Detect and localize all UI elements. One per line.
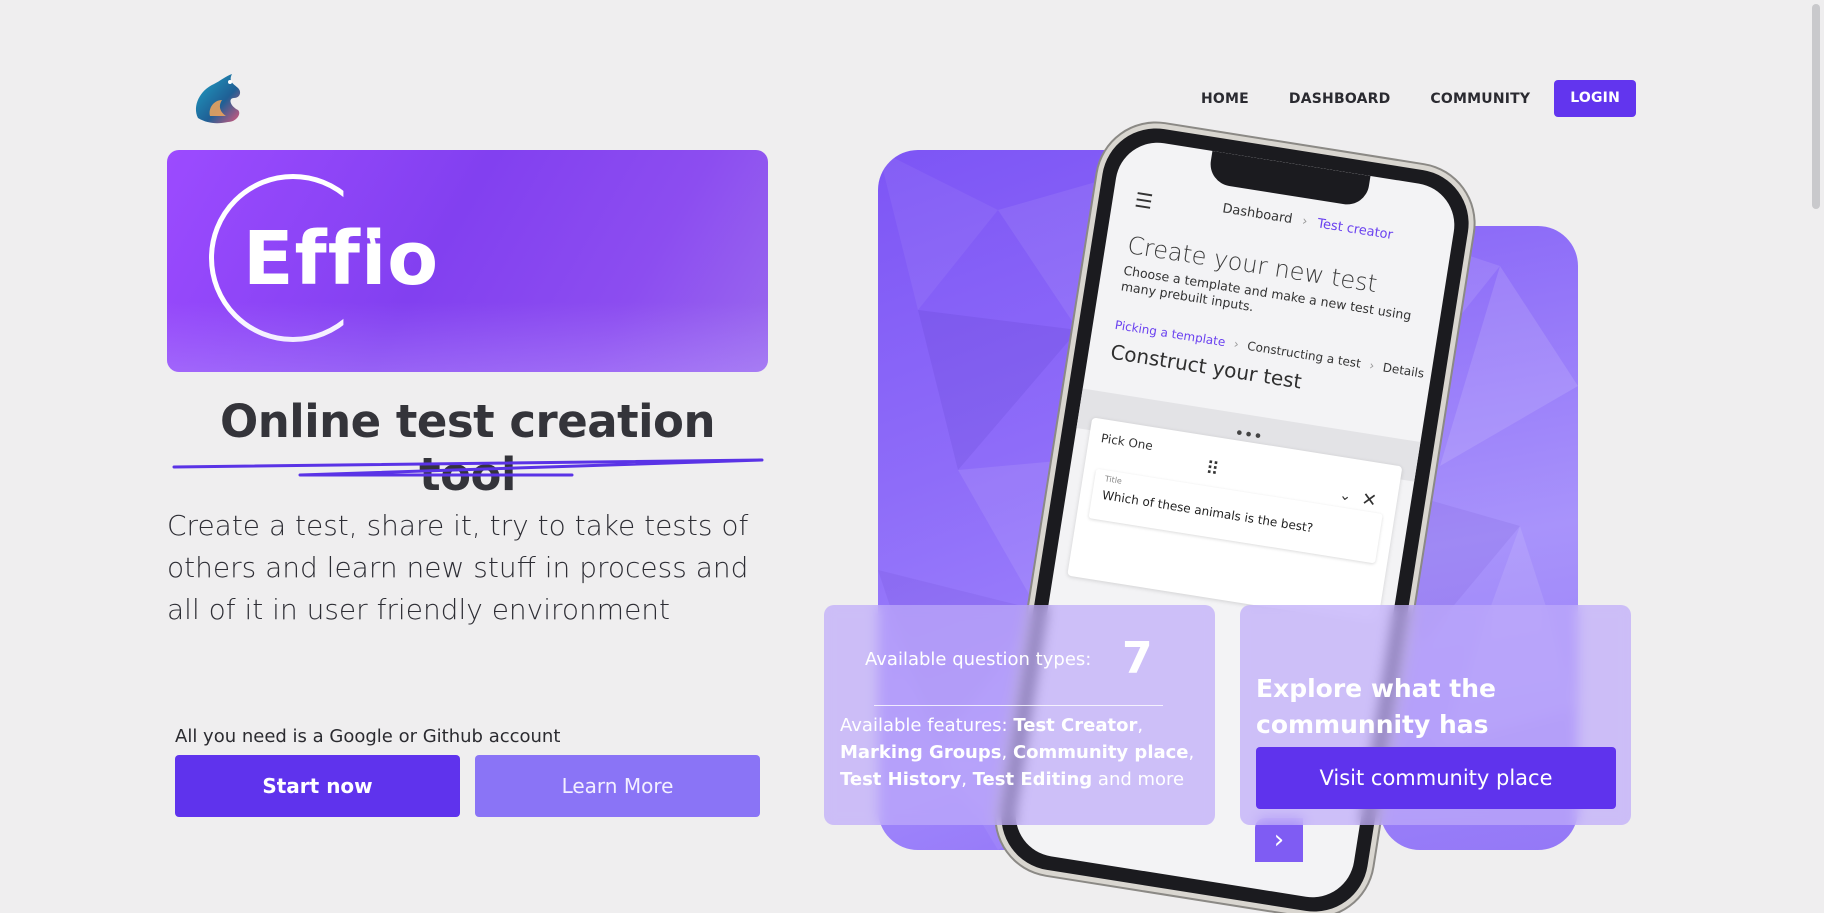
login-button[interactable]: LOGIN	[1554, 80, 1636, 117]
scrollbar[interactable]	[1806, 0, 1824, 913]
nav-community[interactable]: COMMUNITY	[1430, 91, 1530, 107]
account-note: All you need is a Google or Github accou…	[175, 726, 561, 747]
feature-test-history: Test History	[840, 769, 962, 790]
feature-test-creator: Test Creator	[1013, 715, 1138, 736]
hamburger-menu-icon[interactable]: ☰	[1133, 188, 1154, 215]
main-nav: HOME DASHBOARD COMMUNITY LOGIN	[1161, 80, 1636, 117]
hero-description: Create a test, share it, try to take tes…	[167, 509, 749, 626]
chevron-down-icon[interactable]: ⌄	[1338, 487, 1352, 505]
brand-wordmark: Effio	[243, 216, 440, 302]
headline-underline	[172, 458, 764, 477]
feature-community-place: Community place	[1012, 742, 1189, 763]
drag-handle-icon[interactable]: ⠿	[1204, 458, 1222, 481]
nav-dashboard[interactable]: DASHBOARD	[1289, 91, 1391, 107]
feature-test-editing: Test Editing	[972, 769, 1093, 790]
breadcrumb-dashboard[interactable]: Dashboard	[1221, 201, 1293, 227]
learn-more-button[interactable]: Learn More	[475, 755, 760, 817]
question-type-label: Pick One	[1100, 431, 1154, 454]
step-separator-icon: ›	[1368, 358, 1376, 373]
divider	[874, 705, 1163, 706]
question-types-label: Available question types:	[865, 649, 1092, 670]
step-separator-icon: ›	[1232, 336, 1240, 352]
features-list: Available features: Test Creator, Markin…	[840, 715, 1195, 790]
question-title-field[interactable]: Title Which of these animals is the best…	[1089, 469, 1383, 564]
features-prefix: Available features:	[840, 715, 1014, 736]
breadcrumb-test-creator: Test creator	[1316, 216, 1394, 244]
question-title-value: Which of these animals is the best?	[1101, 488, 1315, 536]
feature-marking-groups: Marking Groups	[840, 742, 1002, 763]
close-icon[interactable]: ✕	[1360, 489, 1378, 512]
scrollbar-thumb[interactable]	[1812, 4, 1820, 209]
logo-icon[interactable]	[188, 72, 246, 126]
stats-card: Available question types: 7 Available fe…	[824, 605, 1215, 825]
nav-home[interactable]: HOME	[1201, 91, 1249, 107]
features-suffix: and more	[1092, 769, 1185, 790]
start-now-button[interactable]: Start now	[175, 755, 460, 817]
step-details[interactable]: Details	[1382, 360, 1425, 380]
question-types-count: 7	[1122, 633, 1153, 684]
visit-community-button[interactable]: Visit community place	[1256, 747, 1616, 809]
breadcrumb-separator: ›	[1301, 213, 1309, 230]
phone-breadcrumb: Dashboard › Test creator	[1221, 201, 1394, 243]
hero-headline: Online test creation tool	[220, 395, 716, 501]
brand-banner: Effio	[167, 150, 768, 372]
community-card: Explore what the communnity has created!…	[1240, 605, 1631, 825]
question-title-label: Title	[1104, 474, 1123, 486]
